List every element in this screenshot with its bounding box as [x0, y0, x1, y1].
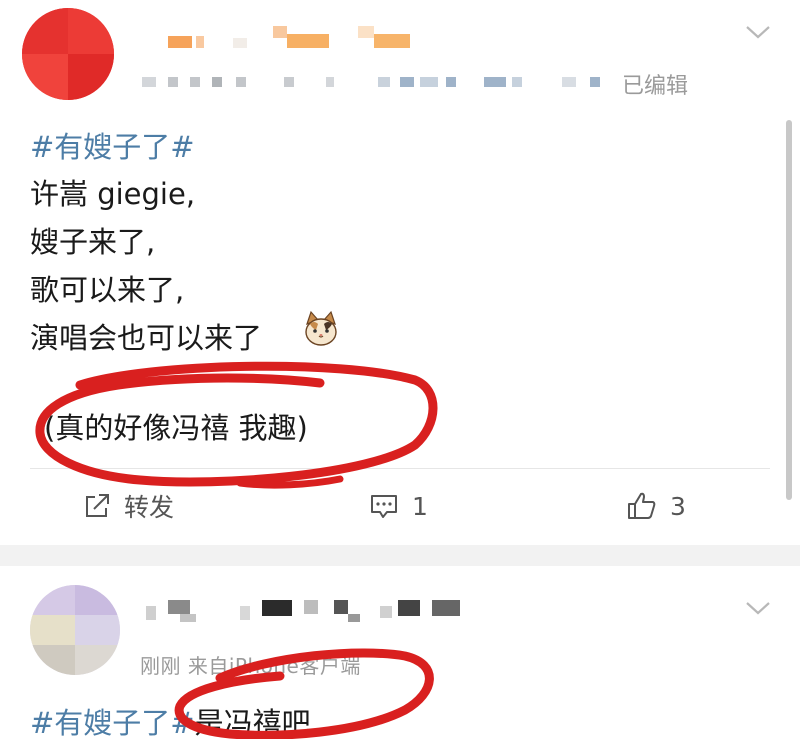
post-text-line: 许嵩 giegie,	[30, 177, 196, 211]
repost-icon	[82, 491, 112, 521]
avatar[interactable]	[22, 8, 114, 100]
post-text: 是冯禧吧	[194, 706, 311, 739]
feed-separator	[0, 545, 800, 566]
cat-face-emoji-icon	[302, 310, 340, 348]
repost-label: 转发	[124, 493, 175, 522]
post-meta: 刚刚 来自iPhone客户端	[140, 654, 361, 678]
like-button[interactable]: 3	[626, 488, 686, 524]
avatar[interactable]	[30, 585, 120, 675]
post-text-line: 演唱会也可以来了	[30, 321, 263, 355]
chevron-down-icon[interactable]	[744, 598, 772, 618]
like-count: 3	[670, 491, 686, 521]
post-text-line: 嫂子来了,	[30, 225, 156, 259]
topic-hashtag[interactable]: #有嫂子了#	[30, 124, 195, 166]
post-text-line: 歌可以来了,	[30, 273, 185, 307]
chevron-down-icon[interactable]	[744, 22, 772, 42]
comment-icon	[368, 491, 400, 521]
post-text-line: (真的好像冯禧 我趣)	[44, 411, 308, 445]
post-card: 已编辑 #有嫂子了# 许嵩 giegie, 嫂子来了, 歌可以来了, 演唱会也可…	[0, 0, 800, 545]
thumbs-up-icon	[626, 490, 658, 522]
comment-button[interactable]: 1	[368, 488, 428, 524]
divider	[30, 468, 770, 469]
topic-text: #有嫂子了#	[30, 706, 195, 739]
edited-label: 已编辑	[622, 74, 689, 99]
comment-count: 1	[412, 491, 428, 521]
topic-hashtag[interactable]: #有嫂子了#是冯禧吧	[30, 700, 311, 739]
scrollbar[interactable]	[786, 120, 792, 500]
repost-button[interactable]: 转发	[82, 488, 174, 524]
